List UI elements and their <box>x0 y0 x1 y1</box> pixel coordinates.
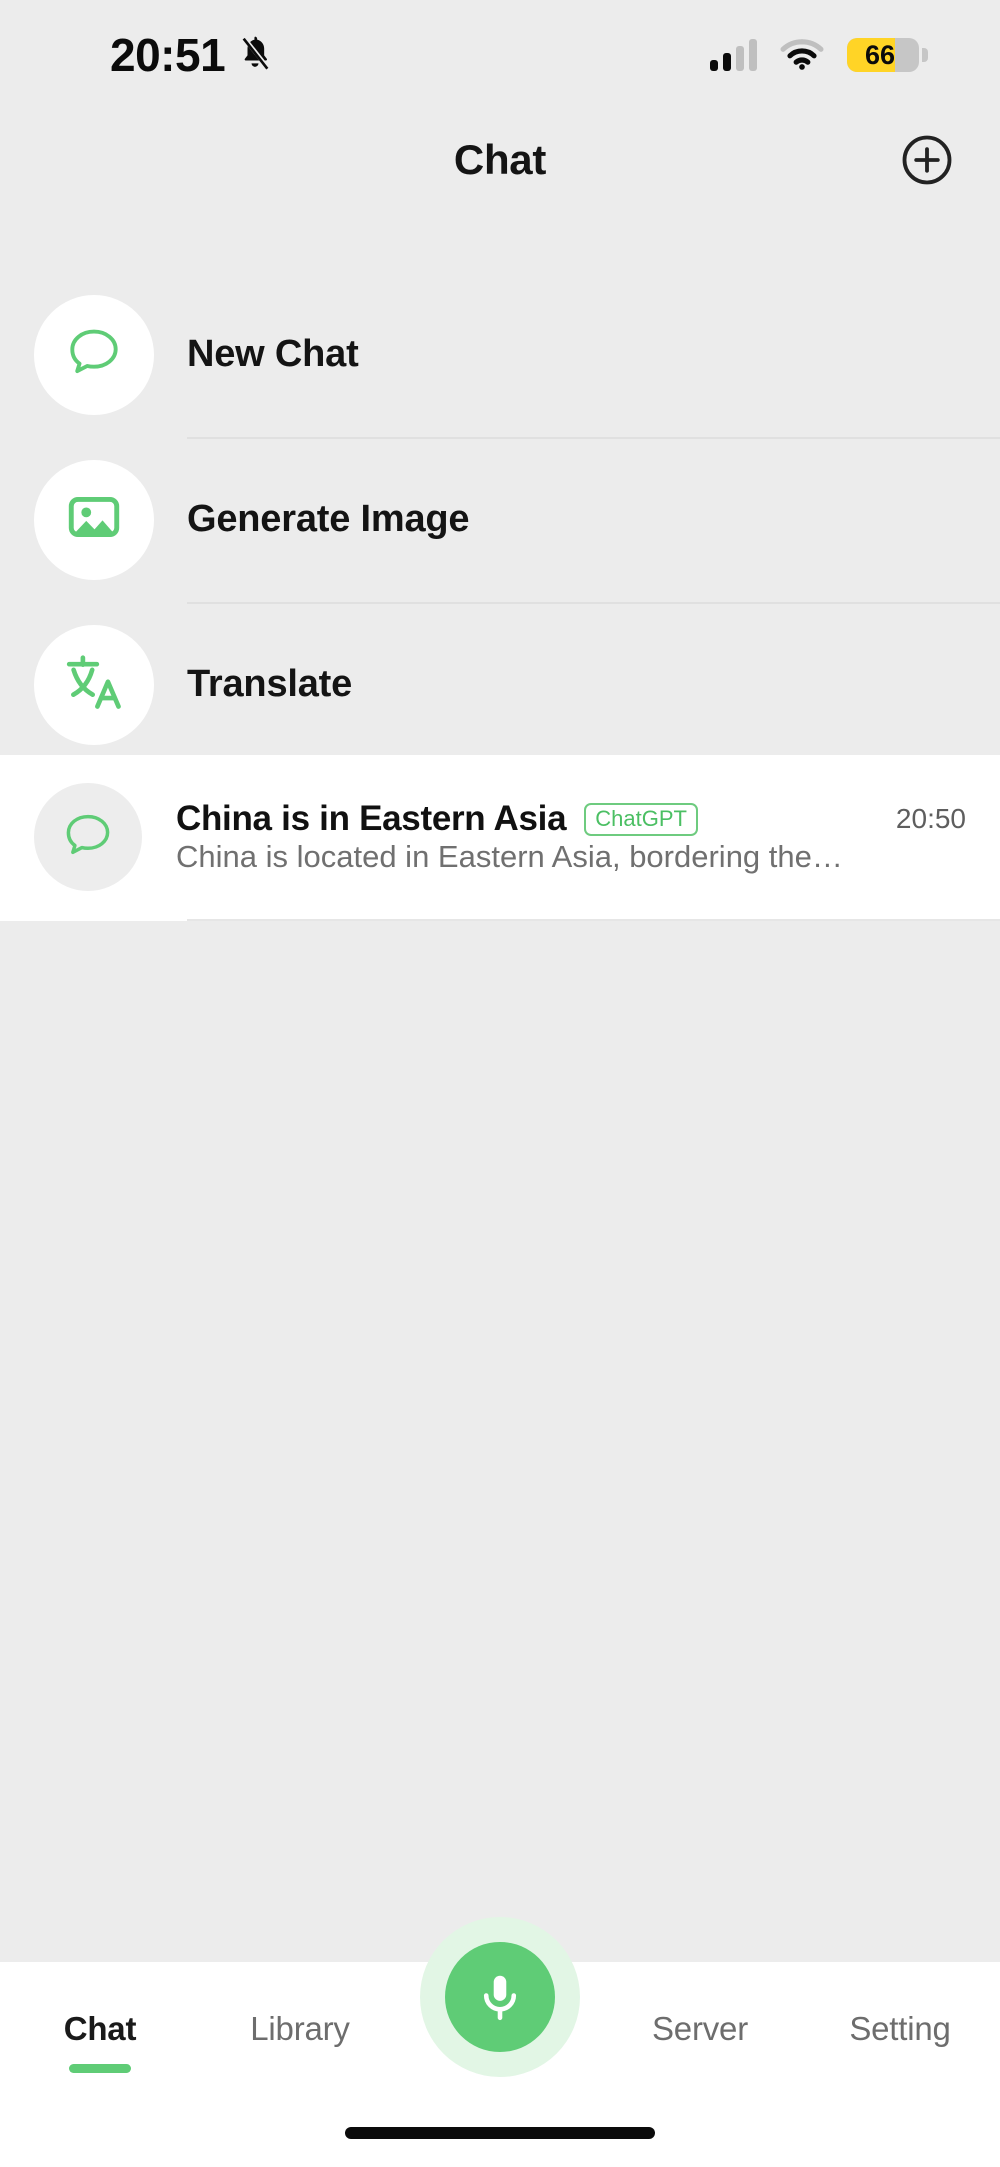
empty-content-area <box>0 933 1000 1933</box>
translate-icon <box>63 651 125 718</box>
tab-chat[interactable]: Chat <box>0 1962 200 2073</box>
plus-circle-icon[interactable] <box>900 133 954 187</box>
action-avatar <box>34 459 154 580</box>
action-label: New Chat <box>187 333 359 375</box>
tab-setting[interactable]: Setting <box>800 1962 1000 2048</box>
active-tab-indicator <box>69 2064 131 2073</box>
status-bar-left: 20:51 <box>110 32 275 78</box>
status-badge: ChatGPT <box>584 802 698 836</box>
tab-label: Chat <box>63 2010 137 2047</box>
history-title: China is in Eastern Asia <box>176 799 567 838</box>
battery-body: 66 <box>847 38 919 72</box>
list-divider <box>187 919 1000 921</box>
microphone-icon <box>445 1942 555 2052</box>
history-timestamp: 20:50 <box>895 803 966 834</box>
image-icon <box>63 486 125 553</box>
history-snippet: China is located in Eastern Asia, border… <box>176 839 843 874</box>
home-indicator <box>345 2127 655 2139</box>
action-row-translate[interactable]: Translate <box>0 602 1000 767</box>
status-time: 20:51 <box>110 29 226 81</box>
battery-indicator: 66 <box>847 38 928 72</box>
wifi-icon <box>779 36 825 75</box>
action-label: Generate Image <box>187 498 470 540</box>
quick-action-list: New Chat Generate Image Translate <box>0 272 1000 767</box>
tab-label: Setting <box>849 2010 951 2047</box>
bell-slash-icon <box>235 33 275 78</box>
cellular-signal-icon <box>710 39 757 71</box>
history-avatar <box>34 783 142 891</box>
chat-history-list: China is in Eastern Asia ChatGPT 20:50 C… <box>0 755 1000 921</box>
chat-history-item[interactable]: China is in Eastern Asia ChatGPT 20:50 C… <box>0 755 1000 921</box>
action-avatar <box>34 294 154 415</box>
status-bar: 20:51 66 <box>0 0 1000 110</box>
action-label: Translate <box>187 663 353 705</box>
action-avatar <box>34 624 154 745</box>
phone-screen: 20:51 66 Chat New Chat Generate Image Tr… <box>0 0 1000 2167</box>
voice-input-button[interactable] <box>420 1917 580 2077</box>
nav-header: Chat <box>0 110 1000 210</box>
status-bar-right: 66 <box>710 36 928 75</box>
action-row-generate-image[interactable]: Generate Image <box>0 437 1000 602</box>
tab-server[interactable]: Server <box>600 1962 800 2048</box>
tab-label: Library <box>250 2010 350 2047</box>
chat-bubble-icon <box>63 321 125 388</box>
history-body: China is in Eastern Asia ChatGPT 20:50 C… <box>176 799 1000 875</box>
tab-label: Server <box>652 2010 748 2047</box>
page-title: Chat <box>453 136 547 183</box>
battery-cap <box>922 48 928 62</box>
chat-bubble-icon <box>60 807 116 868</box>
history-header-line: China is in Eastern Asia ChatGPT 20:50 <box>176 799 966 839</box>
action-row-new-chat[interactable]: New Chat <box>0 272 1000 437</box>
tab-library[interactable]: Library <box>200 1962 400 2048</box>
battery-percent-label: 66 <box>864 39 896 70</box>
